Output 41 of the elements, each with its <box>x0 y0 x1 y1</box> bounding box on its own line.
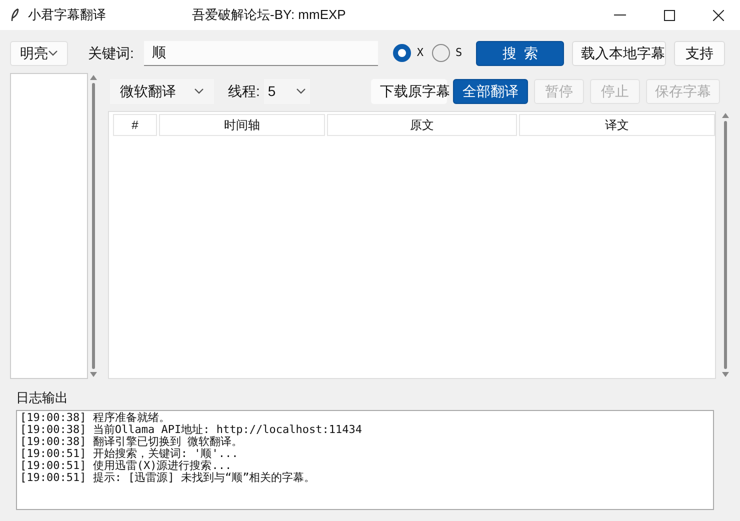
scroll-up-icon[interactable] <box>90 75 96 80</box>
engine-dropdown[interactable]: 微软翻译 <box>110 78 214 104</box>
column-header[interactable]: 原文 <box>327 114 517 136</box>
close-icon[interactable] <box>713 10 724 20</box>
threads-label: 线程: <box>228 82 260 100</box>
column-header[interactable]: 时间轴 <box>159 114 325 136</box>
chevron-down-icon <box>48 50 58 56</box>
scrollbar-thumb[interactable] <box>92 83 94 369</box>
scroll-up-icon[interactable] <box>722 113 728 118</box>
action-button[interactable]: 下载原字幕 <box>371 78 447 104</box>
maximize-icon[interactable] <box>664 10 675 20</box>
log-line: [19:00:51] 使用迅雷(X)源进行搜索... <box>20 460 232 472</box>
scroll-down-icon[interactable] <box>722 372 728 377</box>
radio-label: X <box>416 44 424 61</box>
threads-dropdown[interactable]: 5 <box>264 78 310 104</box>
column-header[interactable]: 译文 <box>519 114 715 136</box>
scrollbar-thumb[interactable] <box>724 121 726 369</box>
column-header[interactable]: # <box>113 114 157 136</box>
window-subtitle: 吾爱破解论坛-BY: mmEXP <box>192 6 346 24</box>
action-button[interactable]: 支持 <box>674 40 726 66</box>
log-line: [19:00:51] 开始搜索，关键词: '顺'... <box>20 448 238 460</box>
keyword-field[interactable]: 顺 <box>144 40 378 66</box>
feather-icon <box>10 8 20 22</box>
log-line: [19:00:38] 程序准备就绪。 <box>20 412 170 424</box>
action-button[interactable]: 全部翻译 <box>453 78 528 104</box>
chevron-down-icon <box>296 88 306 94</box>
log-line: [19:00:38] 当前Ollama API地址: http://localhost:11434 <box>20 424 362 436</box>
keyword-label: 关键词: <box>88 44 134 62</box>
log-title: 日志输出 <box>16 389 69 407</box>
radio-button[interactable] <box>392 44 411 62</box>
radio-button[interactable] <box>432 44 450 62</box>
chevron-down-icon <box>194 88 204 94</box>
log-line: [19:00:38] 翻译引擎已切换到 微软翻译。 <box>20 436 242 448</box>
scroll-down-icon[interactable] <box>90 372 96 377</box>
window-title: 小君字幕翻译 <box>28 6 106 24</box>
minimize-icon[interactable] <box>614 14 626 16</box>
action-button[interactable]: 搜 索 <box>476 40 564 66</box>
action-button[interactable]: 载入本地字幕 <box>572 40 666 66</box>
theme-dropdown[interactable]: 明亮 <box>10 40 68 66</box>
radio-label: S <box>456 44 462 61</box>
log-line: [19:00:51] 提示: [迅雷源] 未找到与“顺”相关的字幕。 <box>20 472 316 484</box>
